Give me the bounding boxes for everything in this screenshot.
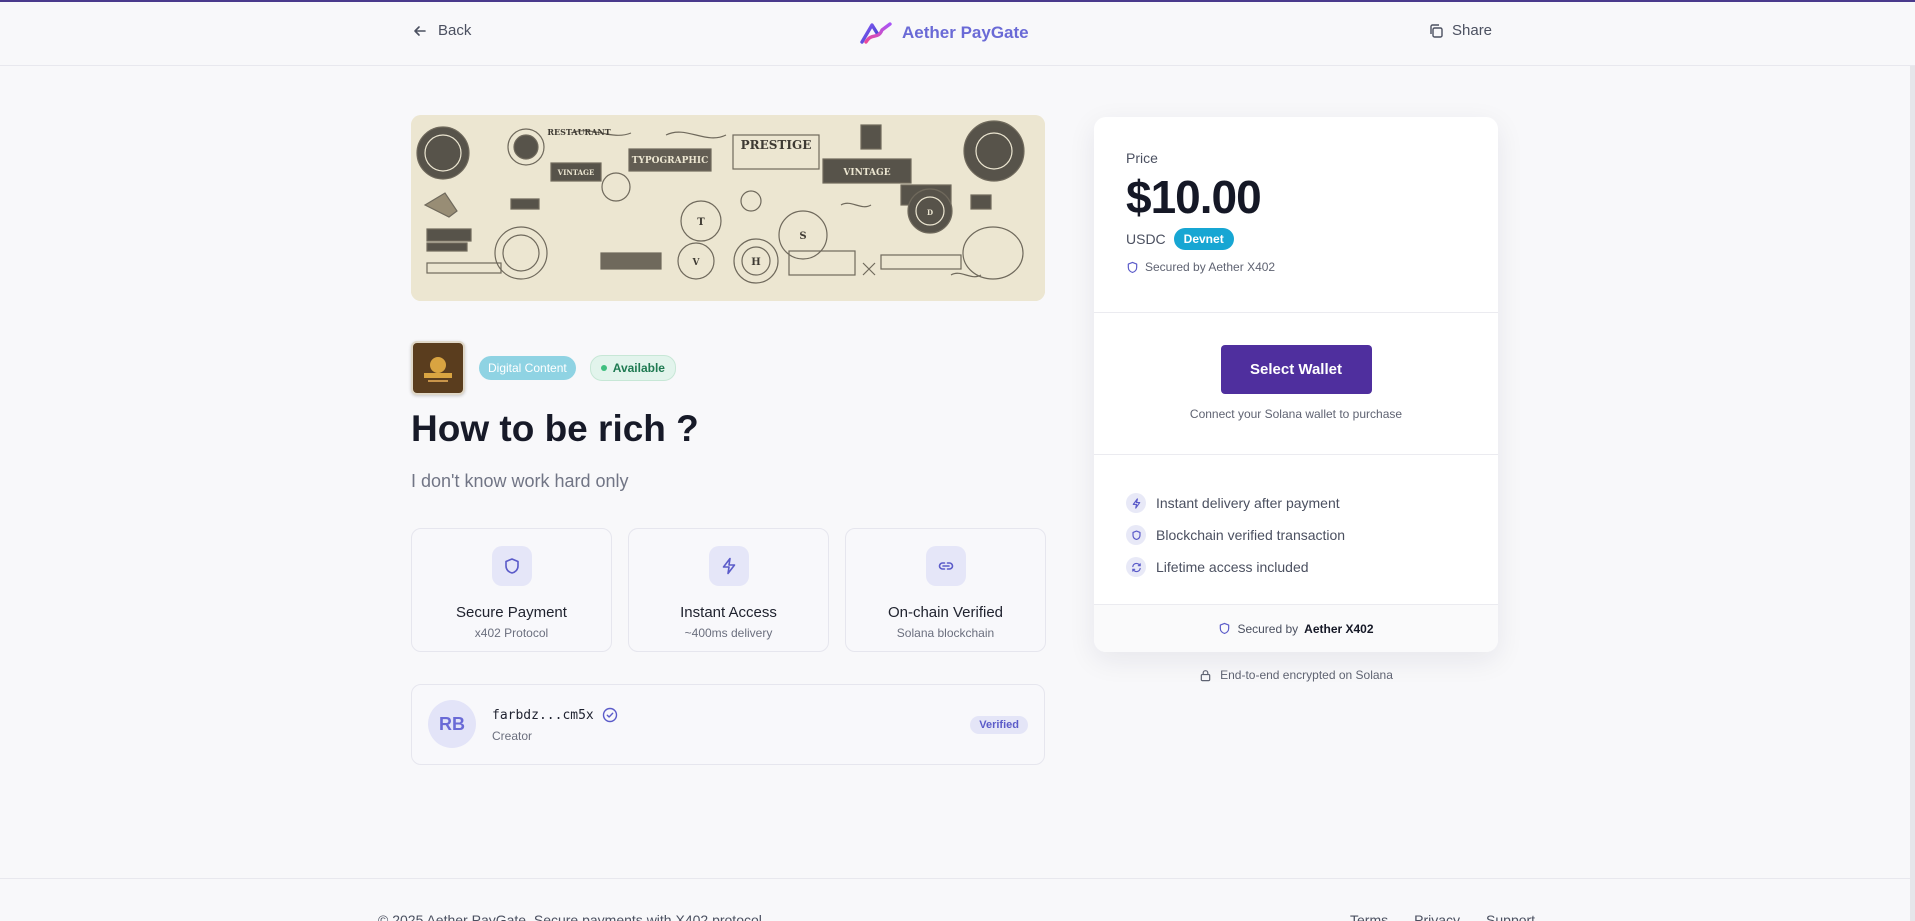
refresh-icon: [1126, 557, 1146, 577]
check-circle-icon: [602, 707, 617, 723]
svg-text:TYPOGRAPHIC: TYPOGRAPHIC: [632, 156, 709, 166]
secured-prefix: Secured by: [1237, 621, 1299, 636]
brand[interactable]: Aether PayGate: [860, 20, 1029, 46]
list-item: Lifetime access included: [1126, 551, 1466, 583]
shield-icon: [1127, 261, 1138, 273]
currency-row: USDC Devnet: [1126, 228, 1466, 250]
footer-link-privacy[interactable]: Privacy: [1414, 912, 1460, 921]
creator-address[interactable]: farbdz...cm5x: [492, 707, 618, 723]
benefits-list: Instant delivery after payment Blockchai…: [1094, 455, 1498, 605]
creator-address-text: farbdz...cm5x: [492, 707, 594, 723]
price-card: Price $10.00 USDC Devnet Secured by Aeth…: [1094, 117, 1498, 652]
svg-text:D: D: [927, 208, 933, 217]
page-footer: © 2025 Aether PayGate. Secure payments w…: [0, 878, 1910, 921]
footer-links: Terms Privacy Support: [1350, 912, 1535, 921]
shield-icon: [1220, 622, 1230, 635]
price-section: Price $10.00 USDC Devnet Secured by Aeth…: [1094, 117, 1498, 313]
feature-title: Secure Payment: [456, 604, 567, 621]
status-dot-icon: [600, 365, 607, 371]
arrow-left-icon: [414, 25, 426, 36]
product-logo-icon: [424, 357, 452, 382]
footer-link-support[interactable]: Support: [1486, 912, 1535, 921]
feature-card-secure-payment: Secure Payment x402 Protocol: [411, 528, 612, 652]
back-button[interactable]: Back: [412, 22, 471, 39]
copy-icon: [1430, 23, 1443, 38]
creator-role: Creator: [492, 729, 533, 743]
secured-text: Secured by Aether X402: [1145, 260, 1276, 274]
product-banner-image: TYPOGRAPHIC VINTAGE VINTAGE D PRESTIGE R…: [411, 115, 1045, 301]
benefit-label: Blockchain verified transaction: [1156, 527, 1346, 543]
category-badge: Digital Content: [479, 356, 576, 380]
share-button[interactable]: Share: [1428, 22, 1492, 39]
top-header: Back Aether PayGate Share: [0, 2, 1915, 66]
select-wallet-button[interactable]: Select Wallet: [1220, 345, 1372, 394]
feature-card-instant-access: Instant Access ~400ms delivery: [628, 528, 829, 652]
feature-subtitle: Solana blockchain: [896, 626, 995, 640]
brand-name: Aether PayGate: [902, 23, 1029, 42]
verified-badge: Verified: [970, 716, 1028, 734]
benefit-label: Instant delivery after payment: [1156, 495, 1340, 511]
lightning-icon: [708, 546, 749, 586]
link-icon: [925, 546, 966, 586]
shield-icon: [1126, 525, 1146, 545]
page-scrollbar[interactable]: [1910, 2, 1915, 921]
encrypted-note: End-to-end encrypted on Solana: [1094, 668, 1498, 682]
price-card-footer: Secured by Aether X402: [1094, 605, 1498, 652]
secured-brand: Aether X402: [1304, 621, 1374, 636]
price-amount: $10.00: [1126, 171, 1262, 223]
feature-subtitle: x402 Protocol: [474, 626, 549, 640]
svg-text:VINTAGE: VINTAGE: [557, 168, 595, 177]
list-item: Instant delivery after payment: [1126, 487, 1466, 519]
footer-link-terms[interactable]: Terms: [1350, 912, 1388, 921]
currency-label: USDC: [1126, 231, 1166, 247]
feature-title: Instant Access: [680, 604, 777, 621]
feature-title: On-chain Verified: [887, 604, 1004, 621]
benefit-label: Lifetime access included: [1156, 559, 1309, 575]
product-title: How to be rich ?: [411, 408, 699, 449]
feature-card-onchain-verified: On-chain Verified Solana blockchain: [845, 528, 1046, 652]
lock-icon: [1200, 669, 1211, 681]
svg-text:T: T: [697, 217, 705, 228]
svg-text:VINTAGE: VINTAGE: [842, 168, 890, 178]
avatar: RB: [428, 700, 476, 748]
svg-text:RESTAURANT: RESTAURANT: [547, 127, 610, 137]
feature-cards: Secure Payment x402 Protocol Instant Acc…: [411, 528, 1046, 652]
share-label: Share: [1452, 22, 1493, 39]
creator-card: RB farbdz...cm5x Creator Verified: [411, 684, 1045, 765]
product-thumbnail: [411, 341, 465, 395]
wallet-hint: Connect your Solana wallet to purchase: [1189, 407, 1403, 421]
status-label: Available: [612, 361, 665, 375]
feature-subtitle: ~400ms delivery: [684, 626, 773, 640]
product-badges-row: Digital Content Available: [411, 341, 676, 395]
wallet-section: Select Wallet Connect your Solana wallet…: [1094, 313, 1498, 455]
svg-text:H: H: [751, 257, 760, 268]
svg-text:PRESTIGE: PRESTIGE: [741, 138, 812, 152]
copyright-text: © 2025 Aether PayGate. Secure payments w…: [378, 912, 766, 921]
lightning-icon: [1126, 493, 1146, 513]
svg-text:V: V: [692, 258, 701, 268]
secured-note: Secured by Aether X402: [1126, 260, 1466, 274]
brand-logo-icon: [860, 22, 892, 44]
encrypted-text: End-to-end encrypted on Solana: [1220, 668, 1393, 682]
price-label: Price: [1126, 150, 1158, 166]
shield-icon: [491, 546, 532, 586]
status-badge: Available: [589, 355, 676, 381]
svg-text:S: S: [799, 231, 806, 242]
back-label: Back: [438, 22, 472, 39]
product-description: I don't know work hard only: [411, 471, 629, 491]
network-badge: Devnet: [1173, 228, 1234, 250]
list-item: Blockchain verified transaction: [1126, 519, 1466, 551]
